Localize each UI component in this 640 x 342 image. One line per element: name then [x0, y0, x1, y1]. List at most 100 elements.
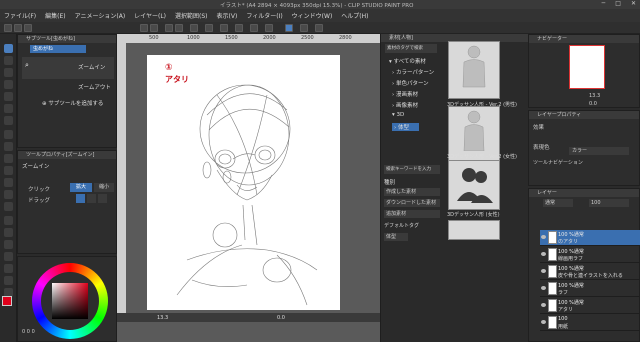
- open-file-icon[interactable]: [14, 24, 22, 32]
- menu-file[interactable]: ファイル(F): [4, 11, 36, 20]
- tree-3d[interactable]: ▾ 3D: [392, 112, 404, 118]
- default-tag[interactable]: 体型: [384, 233, 408, 241]
- material-search[interactable]: 素材のタグで検索: [385, 44, 437, 53]
- snap-grid-icon[interactable]: [315, 24, 323, 32]
- material-thumb-male[interactable]: [448, 41, 500, 99]
- canvas-page[interactable]: ① アタリ: [147, 55, 340, 310]
- menu-edit[interactable]: 編集(E): [45, 11, 65, 20]
- eye-icon[interactable]: [541, 303, 546, 307]
- operation-tool-icon[interactable]: [4, 68, 13, 77]
- pen-tool-icon[interactable]: [4, 130, 13, 139]
- drag-option-3[interactable]: [98, 194, 107, 203]
- selection-tool-icon[interactable]: [4, 92, 13, 101]
- eye-icon[interactable]: [541, 269, 546, 273]
- minimize-button[interactable]: ─: [602, 0, 606, 7]
- layer-thumbnail: [548, 265, 557, 278]
- text-tool-icon[interactable]: [4, 276, 13, 285]
- add-subtool-button[interactable]: ⊕ サブツールを追加する: [42, 99, 103, 107]
- navigator-zoom[interactable]: 13.3: [589, 93, 600, 99]
- navigator-angle[interactable]: 0.0: [589, 101, 597, 107]
- zoom-out-option[interactable]: 縮小: [94, 183, 114, 192]
- pencil-tool-icon[interactable]: [4, 142, 13, 151]
- eraser-tool-icon[interactable]: [4, 190, 13, 199]
- maximize-button[interactable]: □: [615, 0, 621, 7]
- gradient-tool-icon[interactable]: [4, 228, 13, 237]
- zoom-in-option[interactable]: 拡大: [70, 183, 92, 192]
- brush-tool-icon[interactable]: [4, 154, 13, 163]
- tree-body-type[interactable]: › 体型: [392, 123, 419, 131]
- drag-option-2[interactable]: [87, 194, 96, 203]
- snap-icon[interactable]: [265, 24, 273, 32]
- expression-select[interactable]: カラー: [569, 147, 629, 155]
- zoom-tool-icon[interactable]: [4, 44, 13, 53]
- ruler-tool-icon[interactable]: [4, 264, 13, 273]
- menu-help[interactable]: ヘルプ(H): [341, 11, 368, 20]
- tag-created[interactable]: 作成した素材: [384, 188, 440, 196]
- opacity-input[interactable]: 100: [589, 199, 629, 207]
- eye-icon[interactable]: [541, 286, 546, 290]
- menu-selection[interactable]: 選択範囲(S): [175, 11, 208, 20]
- menu-view[interactable]: 表示(V): [217, 11, 238, 20]
- menu-window[interactable]: ウィンドウ(W): [292, 11, 333, 20]
- frame-tool-icon[interactable]: [4, 252, 13, 261]
- tree-image[interactable]: › 画像素材: [392, 101, 418, 109]
- save-icon[interactable]: [24, 24, 32, 32]
- undo-icon[interactable]: [140, 24, 148, 32]
- tag-downloaded[interactable]: ダウンロードした素材: [384, 199, 440, 207]
- close-button[interactable]: ✕: [631, 0, 636, 7]
- tag-additional[interactable]: 追加素材: [384, 210, 440, 218]
- layer-row[interactable]: 100 %通常 皮や骨と連イラストを入れる: [540, 264, 640, 280]
- new-file-icon[interactable]: [4, 24, 12, 32]
- angle-readout[interactable]: 0.0: [277, 315, 285, 321]
- chevron-right-icon: ›: [394, 125, 397, 131]
- eye-icon[interactable]: [541, 235, 546, 239]
- subtool-zoom-out[interactable]: ズームアウト: [78, 83, 111, 91]
- auto-select-icon[interactable]: [4, 104, 13, 113]
- snap-special-icon[interactable]: [300, 24, 308, 32]
- tree-all-materials[interactable]: ▾ すべての素材: [389, 57, 426, 65]
- redo-icon[interactable]: [150, 24, 158, 32]
- menu-filter[interactable]: フィルター(I): [246, 11, 282, 20]
- material-thumb-more[interactable]: [448, 220, 500, 240]
- eyedropper-icon[interactable]: [4, 116, 13, 125]
- move-tool-icon[interactable]: [4, 56, 13, 65]
- ruler-icon[interactable]: [250, 24, 258, 32]
- figure-tool-icon[interactable]: [4, 240, 13, 249]
- invert-icon[interactable]: [220, 24, 228, 32]
- airbrush-tool-icon[interactable]: [4, 166, 13, 175]
- layer-row[interactable]: 100 %通常 線画用ラフ: [540, 247, 640, 263]
- material-thumb-female-v1[interactable]: [448, 160, 500, 210]
- decoration-tool-icon[interactable]: [4, 178, 13, 187]
- eye-icon[interactable]: [541, 320, 546, 324]
- subtool-zoom-in[interactable]: ズームイン: [78, 63, 105, 71]
- navigator-preview[interactable]: [569, 45, 605, 89]
- zoom-readout[interactable]: 13.3: [157, 315, 168, 321]
- tree-manga[interactable]: › 漫画素材: [392, 90, 418, 98]
- layer-row[interactable]: 100 %通常 アタリ: [540, 298, 640, 314]
- layer-row[interactable]: 100 %通常 ラフ: [540, 281, 640, 297]
- tool-strip: [0, 34, 17, 342]
- tag-search-input[interactable]: 検索キーワードを入力: [384, 165, 440, 174]
- fill-tool-icon[interactable]: [4, 216, 13, 225]
- crop-icon[interactable]: [175, 24, 183, 32]
- color-saturation-box[interactable]: [52, 283, 88, 319]
- blend-mode-select[interactable]: 通常: [543, 199, 573, 207]
- eye-icon[interactable]: [541, 252, 546, 256]
- tree-mono-pattern[interactable]: › 単色パターン: [392, 79, 429, 87]
- layer-row[interactable]: 100 %通常 のアタリ: [540, 230, 640, 246]
- selection-icon[interactable]: [205, 24, 213, 32]
- move-layer-icon[interactable]: [4, 80, 13, 89]
- subtool-list: ズームイン ズームアウト ⌕: [22, 57, 114, 91]
- layer-row[interactable]: 100 用紙: [540, 315, 640, 331]
- subtool-tab[interactable]: 虫めがね: [30, 45, 86, 53]
- tree-color-pattern[interactable]: › カラーパターン: [392, 68, 434, 76]
- menu-layer[interactable]: レイヤー(L): [134, 11, 166, 20]
- grid-icon[interactable]: [235, 24, 243, 32]
- transform-icon[interactable]: [190, 24, 198, 32]
- main-color-swatch[interactable]: [2, 296, 12, 306]
- clear-icon[interactable]: [165, 24, 173, 32]
- blend-tool-icon[interactable]: [4, 202, 13, 211]
- snap-ruler-icon[interactable]: [285, 24, 293, 32]
- menu-animation[interactable]: アニメーション(A): [75, 11, 126, 20]
- drag-option-1[interactable]: [76, 194, 85, 203]
